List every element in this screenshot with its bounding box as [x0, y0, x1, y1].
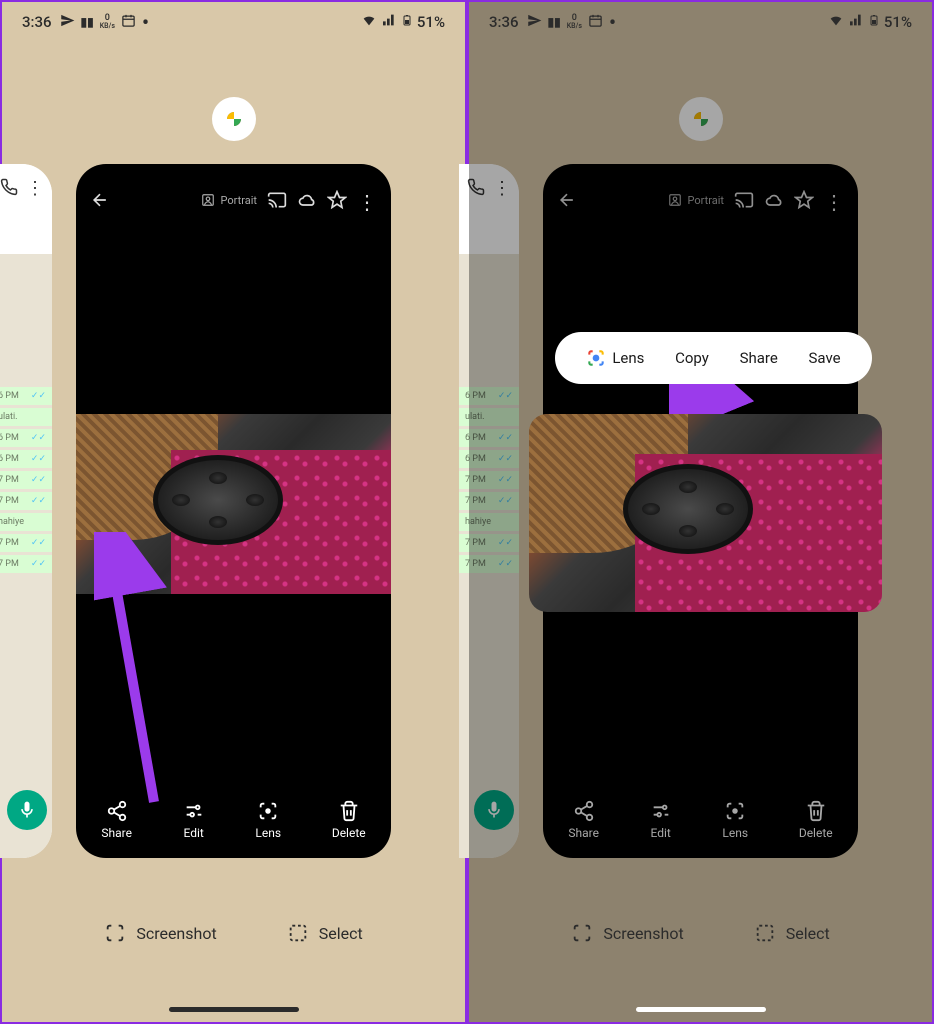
pause-icon: ▮▮	[81, 15, 94, 29]
screenshot-button[interactable]: Screenshot	[571, 922, 683, 944]
signal-icon	[848, 12, 864, 32]
more-icon[interactable]: ⋮	[824, 190, 844, 210]
cast-icon[interactable]	[734, 190, 754, 210]
telegram-icon	[60, 13, 75, 32]
nav-bar[interactable]	[169, 1007, 299, 1012]
battery-icon	[401, 11, 413, 33]
select-button[interactable]: Select	[287, 922, 363, 944]
delete-button[interactable]: Delete	[332, 800, 366, 840]
battery-percent: 51%	[417, 13, 445, 31]
lens-button[interactable]: Lens	[722, 800, 748, 840]
photo-viewer-actions: Share Edit Lens Delete	[76, 800, 391, 840]
msg-row: 7 PM✓✓	[0, 492, 52, 510]
msg-row: hahiye	[0, 513, 52, 531]
status-bar: 3:36 ▮▮ 0KB/s • 51%	[469, 2, 932, 42]
selected-photo-overlay[interactable]	[529, 414, 882, 612]
share-button[interactable]: Share	[568, 800, 599, 840]
popup-copy-button[interactable]: Copy	[675, 349, 709, 367]
signal-icon	[381, 12, 397, 32]
google-photos-app-icon[interactable]	[212, 97, 256, 141]
wifi-icon	[361, 12, 377, 32]
edit-button[interactable]: Edit	[183, 800, 205, 840]
more-icon: ⋮	[26, 178, 44, 240]
battery-percent: 51%	[884, 13, 912, 31]
lens-button[interactable]: Lens	[255, 800, 281, 840]
phone-panel-right: 3:36 ▮▮ 0KB/s • 51% ⋮ 6 PM✓✓ ulati. 6	[467, 0, 934, 1024]
msg-row: ulati.	[0, 408, 52, 426]
nav-bar[interactable]	[636, 1007, 766, 1012]
recent-app-card[interactable]: Portrait ⋮ Share	[76, 164, 391, 858]
recents-bottom-bar: Screenshot Select	[2, 922, 465, 944]
portrait-badge: Portrait	[201, 193, 257, 207]
popup-lens-button[interactable]: Lens	[586, 348, 644, 368]
network-speed: 0KB/s	[567, 14, 582, 30]
voice-message-button[interactable]	[7, 790, 47, 830]
select-button[interactable]: Select	[754, 922, 830, 944]
edit-button[interactable]: Edit	[650, 800, 672, 840]
status-bar: 3:36 ▮▮ 0 KB/s •	[2, 2, 465, 42]
popup-save-button[interactable]: Save	[809, 349, 841, 367]
previous-app-card[interactable]: ⋮ 6 PM✓✓ ulati. 6 PM✓✓ 6 PM✓✓ 7 PM✓✓ 7 P…	[0, 164, 52, 858]
cloud-icon[interactable]	[764, 190, 784, 210]
more-icon: ⋮	[493, 178, 511, 240]
previous-app-card[interactable]: ⋮ 6 PM✓✓ ulati. 6 PM✓✓ 6 PM✓✓ 7 PM✓✓ 7 P…	[459, 164, 519, 858]
phone-icon	[467, 178, 485, 196]
share-button[interactable]: Share	[101, 800, 132, 840]
image-picker-button[interactable]	[94, 548, 136, 590]
recents-bottom-bar: Screenshot Select	[469, 922, 932, 944]
msg-row: 7 PM✓✓	[0, 534, 52, 552]
popup-share-button[interactable]: Share	[740, 349, 778, 367]
msg-row: 6 PM✓✓	[0, 429, 52, 447]
network-speed: 0 KB/s	[100, 14, 115, 30]
photo-viewer-toolbar: Portrait ⋮	[543, 164, 858, 236]
chat-messages-preview: 6 PM✓✓ ulati. 6 PM✓✓ 6 PM✓✓ 7 PM✓✓ 7 PM✓…	[459, 254, 519, 858]
pause-icon: ▮▮	[548, 15, 561, 29]
back-icon[interactable]	[90, 190, 110, 210]
photo-viewer-actions: Share Edit Lens Delete	[543, 800, 858, 840]
msg-row: 7 PM✓✓	[0, 555, 52, 573]
battery-icon	[868, 11, 880, 33]
telegram-icon	[527, 13, 542, 32]
back-icon[interactable]	[557, 190, 577, 210]
star-icon[interactable]	[794, 190, 814, 210]
msg-row: 7 PM✓✓	[0, 471, 52, 489]
delete-button[interactable]: Delete	[799, 800, 833, 840]
cast-icon[interactable]	[267, 190, 287, 210]
wifi-icon	[828, 12, 844, 32]
msg-row: 6 PM✓✓	[0, 387, 52, 405]
status-time: 3:36	[489, 13, 519, 31]
portrait-badge: Portrait	[668, 193, 724, 207]
phone-panel-left: 3:36 ▮▮ 0 KB/s •	[0, 0, 467, 1024]
msg-row: 6 PM✓✓	[0, 450, 52, 468]
phone-icon	[0, 178, 18, 196]
photo-viewer-toolbar: Portrait ⋮	[76, 164, 391, 236]
more-icon[interactable]: ⋮	[357, 190, 377, 210]
cloud-icon[interactable]	[297, 190, 317, 210]
image-action-popup: Lens Copy Share Save	[555, 332, 872, 384]
star-icon[interactable]	[327, 190, 347, 210]
calendar-icon	[121, 13, 136, 32]
voice-message-button[interactable]	[474, 790, 514, 830]
screenshot-button[interactable]: Screenshot	[104, 922, 216, 944]
chat-messages-preview: 6 PM✓✓ ulati. 6 PM✓✓ 6 PM✓✓ 7 PM✓✓ 7 PM✓…	[0, 254, 52, 858]
google-photos-app-icon[interactable]	[679, 97, 723, 141]
calendar-icon	[588, 13, 603, 32]
status-time: 3:36	[22, 13, 52, 31]
